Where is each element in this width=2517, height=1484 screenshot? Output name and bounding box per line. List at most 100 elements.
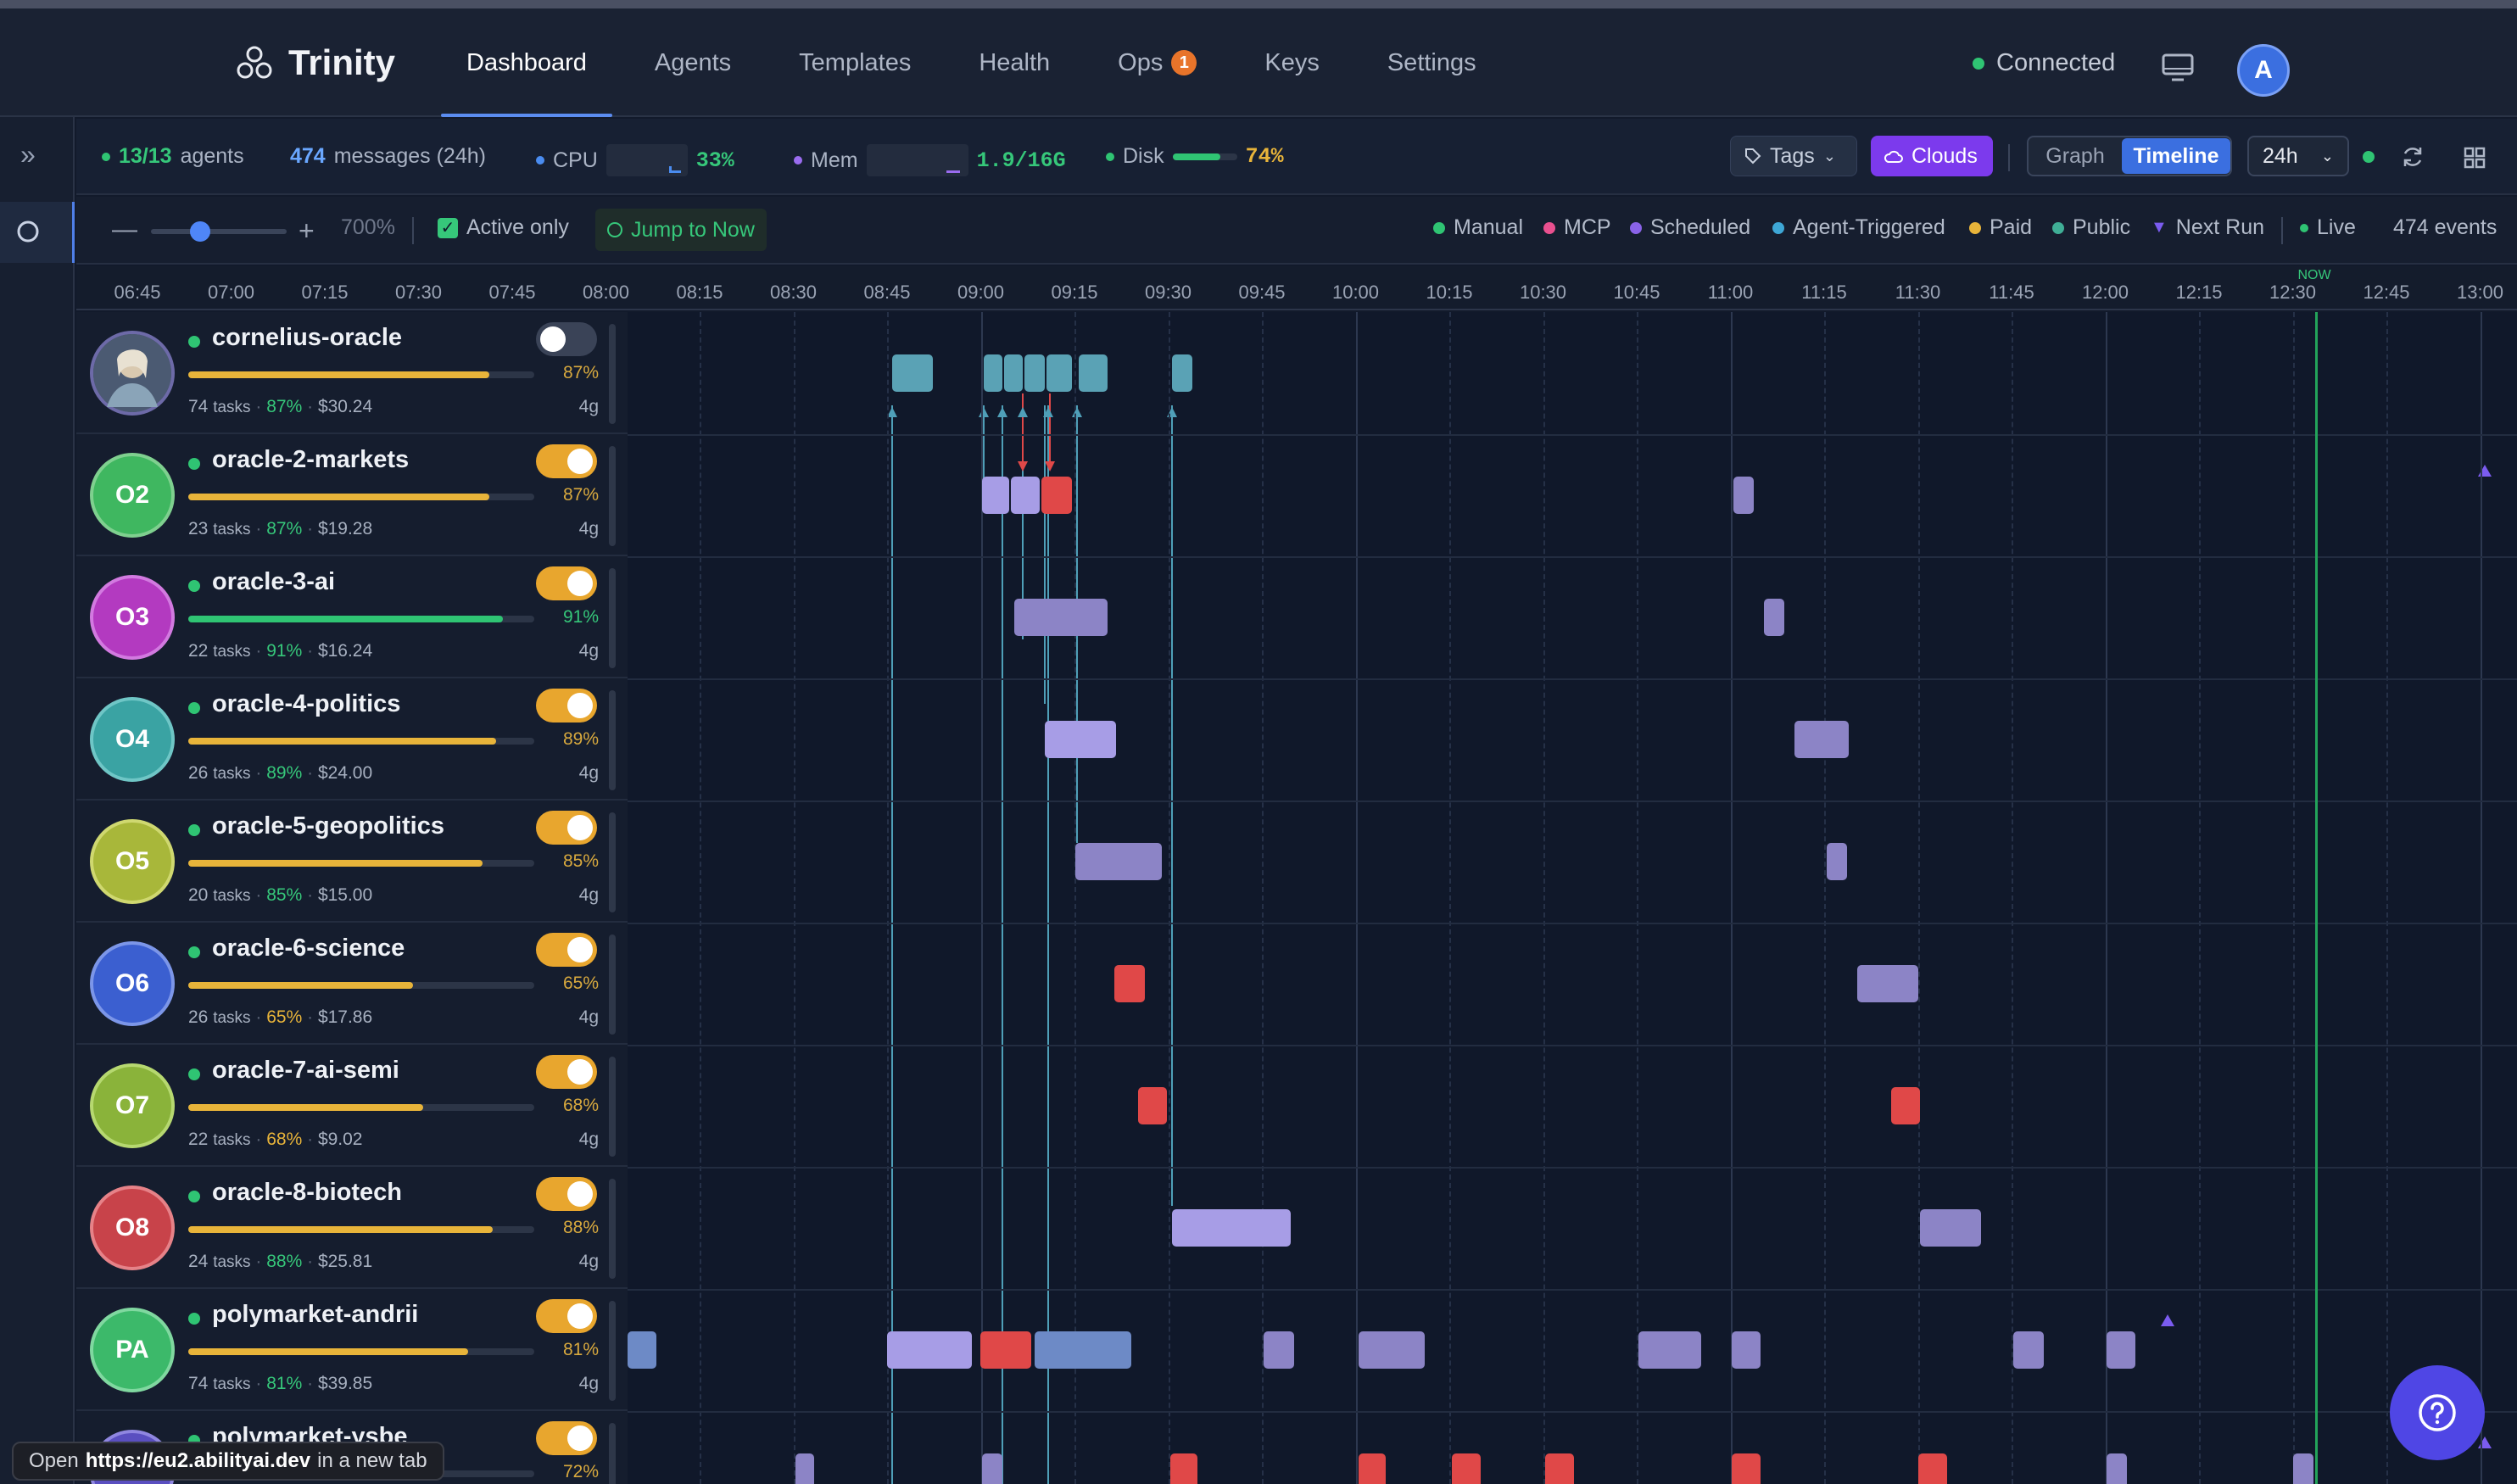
event-block[interactable] <box>1732 1453 1761 1484</box>
agent-row[interactable]: O2 oracle-2-markets 87% 23 tasks · 87% ·… <box>76 434 628 556</box>
event-block[interactable] <box>1172 1209 1291 1247</box>
agent-toggle[interactable] <box>536 1299 597 1333</box>
event-block[interactable] <box>1045 721 1116 758</box>
zoom-out-button[interactable]: — <box>112 215 137 244</box>
view-graph-button[interactable]: Graph <box>2029 144 2122 169</box>
event-block[interactable] <box>2293 1453 2313 1484</box>
event-block[interactable] <box>1732 1331 1761 1369</box>
event-block[interactable] <box>892 354 933 392</box>
agent-toggle[interactable] <box>536 689 597 722</box>
help-button[interactable] <box>2390 1365 2485 1460</box>
agent-name[interactable]: oracle-2-markets <box>212 446 409 474</box>
event-block[interactable] <box>1024 354 1045 392</box>
event-block[interactable] <box>1545 1453 1574 1484</box>
agent-avatar[interactable]: O3 <box>90 575 175 660</box>
event-block[interactable] <box>980 1331 1031 1369</box>
agent-row[interactable]: cornelius-oracle 87% 74 tasks · 87% · $3… <box>76 312 628 434</box>
event-block[interactable] <box>2013 1331 2044 1369</box>
range-select[interactable]: 24h ⌄ <box>2247 136 2349 176</box>
nav-dashboard[interactable]: Dashboard <box>433 8 621 117</box>
agent-avatar[interactable]: O2 <box>90 453 175 538</box>
view-timeline-button[interactable]: Timeline <box>2122 138 2230 174</box>
agent-avatar[interactable]: O7 <box>90 1063 175 1148</box>
agent-toggle[interactable] <box>536 811 597 845</box>
agent-toggle[interactable] <box>536 322 597 356</box>
event-block[interactable] <box>1114 965 1145 1002</box>
event-block[interactable] <box>984 354 1002 392</box>
event-block[interactable] <box>1011 477 1040 514</box>
event-block[interactable] <box>982 477 1009 514</box>
zoom-slider-handle[interactable] <box>190 221 210 242</box>
event-block[interactable] <box>1046 354 1072 392</box>
event-block[interactable] <box>1359 1453 1386 1484</box>
active-only-checkbox[interactable]: ✓ Active only <box>438 215 569 240</box>
event-block[interactable] <box>2107 1453 2127 1484</box>
event-block[interactable] <box>1452 1453 1481 1484</box>
agent-name[interactable]: cornelius-oracle <box>212 324 402 352</box>
agent-row[interactable]: PA polymarket-andrii 81% 74 tasks · 81% … <box>76 1289 628 1411</box>
zoom-slider[interactable] <box>151 221 287 242</box>
event-block[interactable] <box>1918 1453 1947 1484</box>
expand-sidebar-icon[interactable]: » <box>20 139 36 170</box>
agent-avatar[interactable]: O5 <box>90 819 175 904</box>
grid-icon[interactable] <box>2463 146 2486 170</box>
agent-row[interactable]: O6 oracle-6-science 65% 26 tasks · 65% ·… <box>76 923 628 1045</box>
agent-avatar[interactable]: O4 <box>90 697 175 782</box>
jump-to-now-button[interactable]: Jump to Now <box>595 209 767 251</box>
event-block[interactable] <box>2107 1331 2135 1369</box>
agent-avatar[interactable]: O8 <box>90 1186 175 1270</box>
agent-row[interactable]: O5 oracle-5-geopolitics 85% 20 tasks · 8… <box>76 801 628 923</box>
agent-avatar[interactable] <box>90 331 175 416</box>
agent-name[interactable]: polymarket-andrii <box>212 1301 418 1329</box>
event-block[interactable] <box>1891 1087 1920 1124</box>
agent-row[interactable]: O3 oracle-3-ai 91% 22 tasks · 91% · $16.… <box>76 556 628 678</box>
event-block[interactable] <box>795 1453 814 1484</box>
agent-toggle[interactable] <box>536 566 597 600</box>
agent-row[interactable]: O4 oracle-4-politics 89% 26 tasks · 89% … <box>76 678 628 801</box>
nav-settings[interactable]: Settings <box>1353 8 1510 117</box>
event-block[interactable] <box>1638 1331 1701 1369</box>
agent-row[interactable]: O7 oracle-7-ai-semi 68% 22 tasks · 68% ·… <box>76 1045 628 1167</box>
agent-toggle[interactable] <box>536 444 597 478</box>
event-block[interactable] <box>1041 477 1072 514</box>
agent-name[interactable]: oracle-5-geopolitics <box>212 812 444 840</box>
event-block[interactable] <box>1075 843 1162 880</box>
tags-dropdown[interactable]: Tags ⌄ <box>1730 136 1857 176</box>
agent-toggle[interactable] <box>536 1177 597 1211</box>
refresh-icon[interactable] <box>2400 144 2425 170</box>
agent-toggle[interactable] <box>536 1055 597 1089</box>
event-block[interactable] <box>1264 1331 1294 1369</box>
nav-ops[interactable]: Ops 1 <box>1084 8 1231 117</box>
event-block[interactable] <box>982 1453 1002 1484</box>
event-block[interactable] <box>1764 599 1784 636</box>
monitor-icon[interactable] <box>2161 53 2195 83</box>
agent-name[interactable]: oracle-6-science <box>212 934 405 962</box>
event-block[interactable] <box>1170 1453 1197 1484</box>
agent-name[interactable]: oracle-7-ai-semi <box>212 1057 399 1085</box>
event-block[interactable] <box>1857 965 1918 1002</box>
event-block[interactable] <box>1794 721 1849 758</box>
timeline-canvas[interactable] <box>628 312 2517 1484</box>
event-block[interactable] <box>1827 843 1847 880</box>
event-block[interactable] <box>1172 354 1192 392</box>
event-block[interactable] <box>1014 599 1108 636</box>
event-block[interactable] <box>1035 1331 1131 1369</box>
event-block[interactable] <box>628 1331 656 1369</box>
event-block[interactable] <box>887 1331 972 1369</box>
nav-keys[interactable]: Keys <box>1231 8 1353 117</box>
agent-toggle[interactable] <box>536 1421 597 1455</box>
event-block[interactable] <box>1920 1209 1981 1247</box>
user-avatar[interactable]: A <box>2237 44 2290 97</box>
agent-toggle[interactable] <box>536 933 597 967</box>
agent-row[interactable]: O8 oracle-8-biotech 88% 24 tasks · 88% ·… <box>76 1167 628 1289</box>
agent-avatar[interactable]: O6 <box>90 941 175 1026</box>
nav-templates[interactable]: Templates <box>765 8 945 117</box>
zoom-in-button[interactable]: + <box>299 215 315 247</box>
nav-agents[interactable]: Agents <box>621 8 765 117</box>
clouds-button[interactable]: Clouds <box>1871 136 1993 176</box>
event-block[interactable] <box>1079 354 1108 392</box>
agent-name[interactable]: oracle-4-politics <box>212 690 400 718</box>
nav-health[interactable]: Health <box>945 8 1084 117</box>
rail-active-item[interactable] <box>0 202 75 263</box>
event-block[interactable] <box>1138 1087 1167 1124</box>
